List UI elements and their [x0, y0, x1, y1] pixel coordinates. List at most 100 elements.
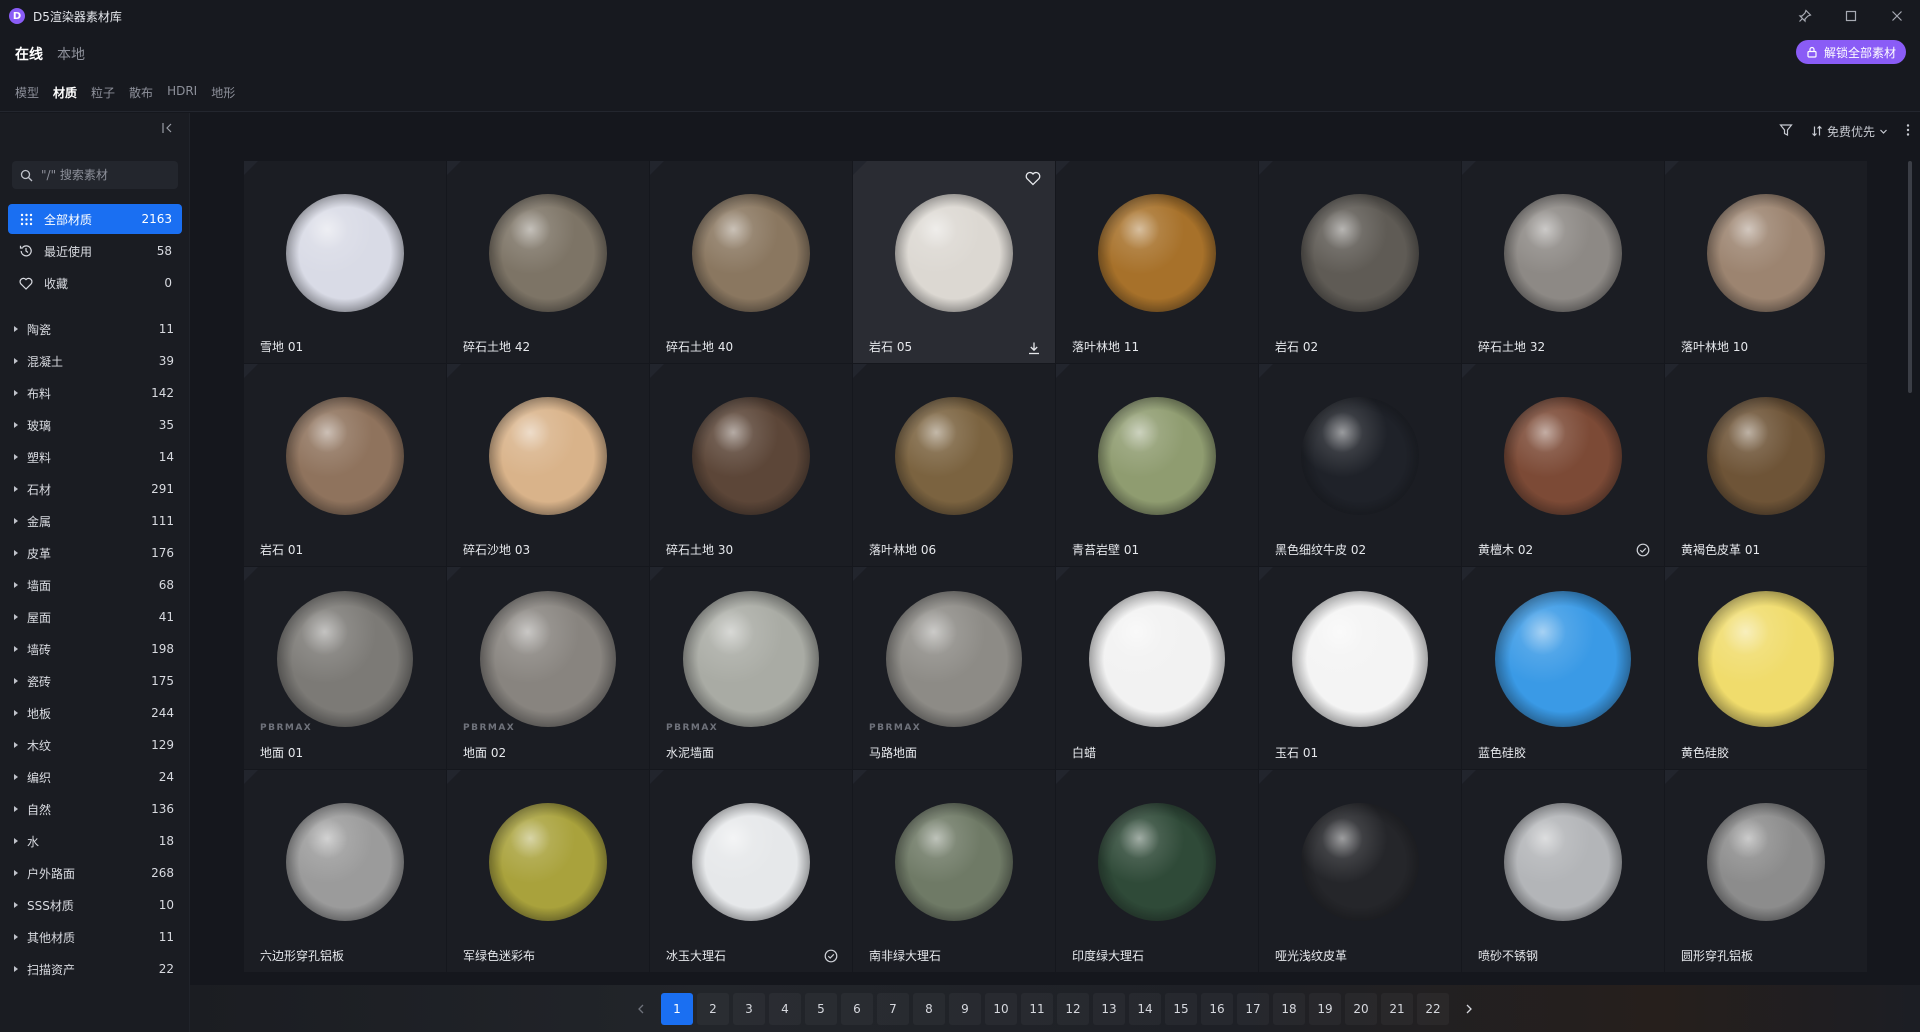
material-card[interactable]: 南非绿大理石	[853, 770, 1055, 972]
maximize-button[interactable]	[1828, 0, 1874, 32]
material-card[interactable]: 黄色硅胶	[1665, 567, 1867, 769]
page-button[interactable]: 3	[733, 992, 765, 1025]
download-button[interactable]	[1027, 341, 1041, 355]
page-button[interactable]: 9	[949, 992, 981, 1025]
close-button[interactable]	[1874, 0, 1920, 32]
page-button[interactable]: 12	[1057, 992, 1089, 1025]
sidebar-category-item[interactable]: 自然 136	[8, 793, 182, 825]
sidebar-category-item[interactable]: 编织 24	[8, 761, 182, 793]
page-button[interactable]: 22	[1417, 992, 1449, 1025]
sidebar-item-all-materials[interactable]: 全部材质 2163	[8, 204, 182, 234]
sidebar-category-item[interactable]: 瓷砖 175	[8, 665, 182, 697]
page-button[interactable]: 8	[913, 992, 945, 1025]
sidebar-category-item[interactable]: 皮革 176	[8, 537, 182, 569]
tab-hdri[interactable]: HDRI	[167, 84, 197, 101]
page-button[interactable]: 2	[697, 992, 729, 1025]
sidebar-category-item[interactable]: 屋面 41	[8, 601, 182, 633]
page-button[interactable]: 19	[1309, 992, 1341, 1025]
material-card[interactable]: PBRMAX 马路地面	[853, 567, 1055, 769]
next-page-button[interactable]	[1453, 993, 1485, 1025]
sidebar-category-item[interactable]: 其他材质 11	[8, 921, 182, 953]
page-button[interactable]: 18	[1273, 992, 1305, 1025]
tab-materials[interactable]: 材质	[53, 84, 77, 101]
sidebar-item-favorites[interactable]: 收藏 0	[8, 268, 182, 298]
page-button[interactable]: 1	[661, 992, 693, 1025]
sidebar-category-item[interactable]: 地板 244	[8, 697, 182, 729]
search-input[interactable]	[41, 168, 171, 182]
material-card[interactable]: PBRMAX 地面 02	[447, 567, 649, 769]
tab-online[interactable]: 在线	[15, 44, 43, 64]
material-card[interactable]: 落叶林地 11	[1056, 161, 1258, 363]
material-card[interactable]: 雪地 01	[244, 161, 446, 363]
prev-page-button[interactable]	[625, 993, 657, 1025]
sidebar-category-item[interactable]: 玻璃 35	[8, 409, 182, 441]
page-button[interactable]: 14	[1129, 992, 1161, 1025]
material-card[interactable]: 碎石土地 40	[650, 161, 852, 363]
sidebar-category-item[interactable]: 木纹 129	[8, 729, 182, 761]
scrollbar-thumb[interactable]	[1908, 161, 1912, 393]
pin-button[interactable]	[1782, 0, 1828, 32]
collapse-sidebar-button[interactable]	[161, 121, 177, 137]
sidebar-category-item[interactable]: SSS材质 10	[8, 889, 182, 921]
page-button[interactable]: 16	[1201, 992, 1233, 1025]
material-card[interactable]: 黄檀木 02	[1462, 364, 1664, 566]
tab-particles[interactable]: 粒子	[91, 84, 115, 101]
material-card[interactable]: 青苔岩壁 01	[1056, 364, 1258, 566]
material-card[interactable]: 哑光浅纹皮革	[1259, 770, 1461, 972]
material-card[interactable]: 印度绿大理石	[1056, 770, 1258, 972]
page-button[interactable]: 15	[1165, 992, 1197, 1025]
material-card[interactable]: 岩石 02	[1259, 161, 1461, 363]
material-card[interactable]: 蓝色硅胶	[1462, 567, 1664, 769]
material-card[interactable]: 喷砂不锈钢	[1462, 770, 1664, 972]
material-card[interactable]: 白蜡	[1056, 567, 1258, 769]
sidebar-category-item[interactable]: 扫描资产 22	[8, 953, 182, 985]
sidebar-category-item[interactable]: 户外路面 268	[8, 857, 182, 889]
page-button[interactable]: 21	[1381, 992, 1413, 1025]
material-card[interactable]: PBRMAX 水泥墙面	[650, 567, 852, 769]
page-button[interactable]: 20	[1345, 992, 1377, 1025]
sidebar-category-item[interactable]: 陶瓷 11	[8, 313, 182, 345]
material-card[interactable]: 碎石土地 30	[650, 364, 852, 566]
page-button[interactable]: 5	[805, 992, 837, 1025]
material-card[interactable]: 落叶林地 10	[1665, 161, 1867, 363]
scrollbar[interactable]	[1908, 161, 1912, 1031]
material-card[interactable]: 碎石土地 42	[447, 161, 649, 363]
material-card[interactable]: 黑色细纹牛皮 02	[1259, 364, 1461, 566]
material-card[interactable]: 落叶林地 06	[853, 364, 1055, 566]
tab-terrain[interactable]: 地形	[211, 84, 235, 101]
tab-scatter[interactable]: 散布	[129, 84, 153, 101]
page-button[interactable]: 7	[877, 992, 909, 1025]
page-button[interactable]: 6	[841, 992, 873, 1025]
material-card[interactable]: 黄褐色皮革 01	[1665, 364, 1867, 566]
favorite-button[interactable]	[1025, 171, 1041, 187]
material-card[interactable]: 玉石 01	[1259, 567, 1461, 769]
material-card[interactable]: 军绿色迷彩布	[447, 770, 649, 972]
material-card[interactable]: 六边形穿孔铝板	[244, 770, 446, 972]
sidebar-item-recent[interactable]: 最近使用 58	[8, 236, 182, 266]
material-card[interactable]: 圆形穿孔铝板	[1665, 770, 1867, 972]
material-card[interactable]: 冰玉大理石	[650, 770, 852, 972]
material-card[interactable]: 碎石沙地 03	[447, 364, 649, 566]
sidebar-category-item[interactable]: 塑料 14	[8, 441, 182, 473]
page-button[interactable]: 10	[985, 992, 1017, 1025]
material-card[interactable]: PBRMAX 地面 01	[244, 567, 446, 769]
page-button[interactable]: 13	[1093, 992, 1125, 1025]
sidebar-category-item[interactable]: 混凝土 39	[8, 345, 182, 377]
page-button[interactable]: 11	[1021, 992, 1053, 1025]
material-card[interactable]: 碎石土地 32	[1462, 161, 1664, 363]
sidebar-category-item[interactable]: 金属 111	[8, 505, 182, 537]
sidebar-category-item[interactable]: 墙砖 198	[8, 633, 182, 665]
tab-models[interactable]: 模型	[15, 84, 39, 101]
tab-local[interactable]: 本地	[57, 44, 85, 64]
page-button[interactable]: 17	[1237, 992, 1269, 1025]
more-options-button[interactable]	[1906, 123, 1910, 140]
page-button[interactable]: 4	[769, 992, 801, 1025]
material-card[interactable]: 岩石 01	[244, 364, 446, 566]
sidebar-category-item[interactable]: 石材 291	[8, 473, 182, 505]
unlock-all-button[interactable]: 解锁全部素材	[1795, 40, 1906, 64]
filter-button[interactable]	[1779, 123, 1793, 140]
sidebar-category-item[interactable]: 水 18	[8, 825, 182, 857]
sort-dropdown[interactable]: 免费优先	[1811, 123, 1888, 140]
sidebar-category-item[interactable]: 布料 142	[8, 377, 182, 409]
sidebar-category-item[interactable]: 墙面 68	[8, 569, 182, 601]
